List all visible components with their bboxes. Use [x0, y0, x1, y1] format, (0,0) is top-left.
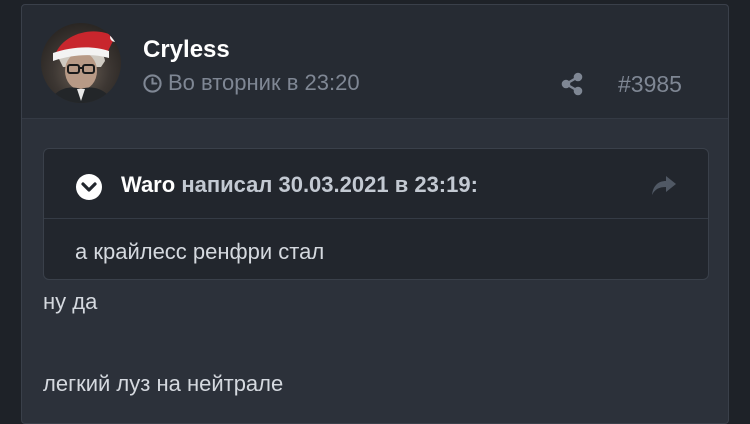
avatar-image — [49, 31, 120, 103]
post-number-link[interactable]: #3985 — [618, 71, 682, 98]
post-header: Cryless Во вторник в 23:20 #3985 — [22, 5, 728, 119]
reply-arrow-icon[interactable] — [650, 173, 678, 197]
quote-author[interactable]: Waro — [121, 172, 175, 197]
post-author[interactable]: Cryless — [143, 36, 230, 64]
clock-icon — [143, 73, 162, 93]
message-line: ну да — [43, 289, 98, 314]
quote-header: Waro написал 30.03.2021 в 23:19: — [44, 149, 708, 219]
quote-block: Waro написал 30.03.2021 в 23:19: а крайл… — [43, 148, 709, 280]
forum-post: Cryless Во вторник в 23:20 #3985 Waro на… — [21, 4, 729, 424]
avatar[interactable] — [41, 23, 121, 103]
share-icon[interactable] — [559, 71, 585, 97]
message-line: легкий луз на нейтрале — [43, 371, 284, 396]
chevron-down-circle-icon[interactable] — [75, 173, 103, 201]
post-date-text: Во вторник в 23:20 — [168, 70, 360, 95]
quote-meta: написал 30.03.2021 в 23:19: — [181, 172, 478, 197]
post-date[interactable]: Во вторник в 23:20 — [143, 70, 360, 96]
quote-attribution: Waro написал 30.03.2021 в 23:19: — [121, 172, 478, 198]
quote-text: а крайлесс ренфри стал — [75, 239, 325, 264]
